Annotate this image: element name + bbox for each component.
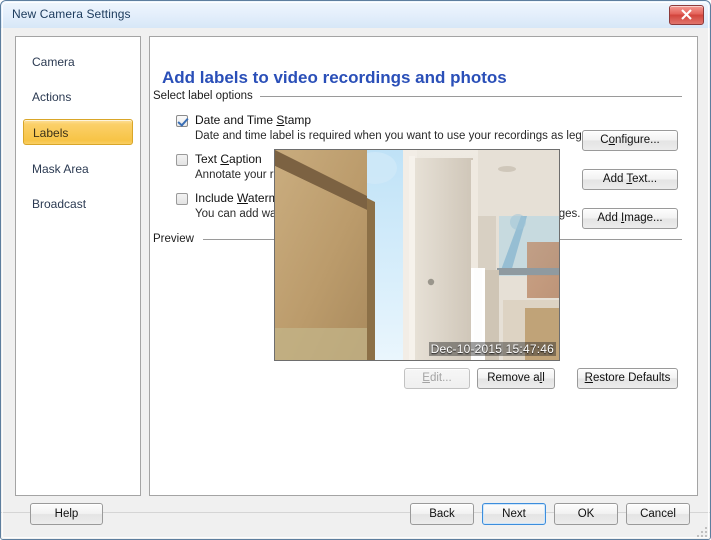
timestamp-overlay: Dec-10-2015 15:47:46 xyxy=(428,342,556,356)
sidebar-item-mask-area[interactable]: Mask Area xyxy=(23,156,133,182)
add-text-button[interactable]: Add Text... xyxy=(582,169,678,190)
edit-button[interactable]: Edit... xyxy=(404,368,470,389)
window-title: New Camera Settings xyxy=(12,7,131,21)
text-caption-label: Text Caption xyxy=(195,152,262,166)
main-panel: Add labels to video recordings and photo… xyxy=(149,36,698,496)
help-button[interactable]: Help xyxy=(30,503,103,525)
title-bar: New Camera Settings xyxy=(1,1,710,29)
preview-scene xyxy=(275,150,559,360)
next-button[interactable]: Next xyxy=(482,503,546,525)
ok-button[interactable]: OK xyxy=(554,503,618,525)
back-button[interactable]: Back xyxy=(410,503,474,525)
dialog-window: New Camera Settings Camera Actions Label… xyxy=(0,0,711,540)
add-image-button[interactable]: Add Image... xyxy=(582,208,678,229)
remove-all-button[interactable]: Remove all xyxy=(477,368,555,389)
sidebar-nav: Camera Actions Labels Mask Area Broadcas… xyxy=(15,36,141,496)
options-group-line xyxy=(260,96,682,97)
camera-preview-image: Dec-10-2015 15:47:46 xyxy=(274,149,560,361)
close-button[interactable] xyxy=(669,5,704,25)
date-time-stamp-label: Date and Time Stamp xyxy=(195,113,312,127)
sidebar-item-actions[interactable]: Actions xyxy=(23,84,133,110)
date-time-stamp-description: Date and time label is required when you… xyxy=(195,130,624,142)
text-caption-checkbox[interactable] xyxy=(176,154,188,166)
configure-button[interactable]: Configure... xyxy=(582,130,678,151)
include-watermark-checkbox[interactable] xyxy=(176,193,188,205)
restore-defaults-button[interactable]: Restore Defaults xyxy=(577,368,678,389)
resize-grip-icon[interactable] xyxy=(696,526,708,538)
options-group-label: Select label options xyxy=(153,90,258,102)
dialog-body: Camera Actions Labels Mask Area Broadcas… xyxy=(1,28,710,539)
sidebar-item-labels[interactable]: Labels xyxy=(23,119,133,145)
date-time-stamp-checkbox[interactable] xyxy=(176,115,188,127)
cancel-button[interactable]: Cancel xyxy=(626,503,690,525)
sidebar-item-camera[interactable]: Camera xyxy=(23,49,133,75)
sidebar-item-broadcast[interactable]: Broadcast xyxy=(23,191,133,217)
page-title: Add labels to video recordings and photo… xyxy=(162,68,507,88)
preview-group-label: Preview xyxy=(153,233,199,245)
